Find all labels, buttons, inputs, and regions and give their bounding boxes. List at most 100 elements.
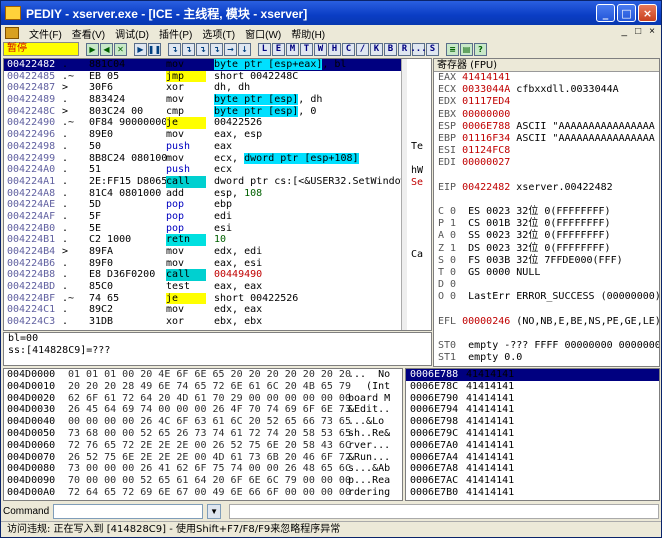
register-row[interactable]: EBX 00000000 — [434, 109, 659, 121]
register-row[interactable]: EFL 00000246 (NO,NB,E,BE,NS,PE,GE,LE) — [434, 316, 659, 328]
register-value[interactable]: 00000000 — [462, 109, 510, 120]
disassembly-row[interactable]: 004224A0. 51 push ecx — [4, 164, 431, 176]
breakpoints-button[interactable]: B — [384, 42, 397, 56]
cpu-button[interactable]: C — [342, 42, 355, 56]
stack-row[interactable]: 0006E798 41414141 — [406, 416, 659, 428]
dump-row[interactable]: 004D0060 72 76 65 72 2E 2E 2E 00 26 52 75… — [4, 440, 402, 452]
menu-view[interactable]: 查看(V) — [72, 26, 105, 41]
play-icon[interactable]: ▶ — [134, 42, 147, 56]
back-icon[interactable]: ◀ — [100, 42, 113, 56]
dump-row[interactable]: 004D0070 26 52 75 6E 2E 2E 2E 00 4D 61 73… — [4, 452, 402, 464]
menu-plugins[interactable]: 插件(P) — [159, 26, 192, 41]
command-dropdown-icon[interactable]: ▼ — [207, 503, 222, 519]
register-row[interactable]: ESI 01124FC8 — [434, 145, 659, 157]
stack-row[interactable]: 0006E7A8 41414141 — [406, 463, 659, 475]
disassembly-row[interactable]: 004224BD. 85C0 test eax, eax — [4, 281, 431, 293]
register-value[interactable]: 01116F34 — [462, 133, 510, 144]
stack-row[interactable]: 0006E78C 41414141 — [406, 381, 659, 393]
list-icon[interactable]: ≡ — [446, 42, 459, 56]
register-value[interactable]: 41414141 — [462, 72, 510, 83]
register-row[interactable]: ST1 empty 0.0 — [434, 352, 659, 364]
register-row[interactable]: P 1 CS 001B 32位 0(FFFFFFFF) — [434, 218, 659, 230]
menu-debug[interactable]: 调试(D) — [115, 26, 149, 41]
register-row[interactable]: ECX 0033044A cfbxxdll.0033044A — [434, 84, 659, 96]
disassembly-row[interactable]: 004224B4 >89FA mov edx, edi — [4, 246, 431, 258]
stop-icon[interactable]: ✕ — [114, 42, 127, 56]
stack-row[interactable]: 0006E7A0 41414141 — [406, 440, 659, 452]
register-value[interactable]: 00000246 — [462, 316, 510, 327]
help-icon[interactable]: ? — [474, 42, 487, 56]
register-row[interactable]: EAX 41414141 — [434, 72, 659, 84]
register-row[interactable] — [434, 304, 659, 316]
dump-row[interactable]: 004D0090 70 00 00 00 52 65 61 64 20 6F 6E… — [4, 475, 402, 487]
register-row[interactable]: S 0 FS 003B 32位 7FFDE000(FFF) — [434, 255, 659, 267]
stack-row[interactable]: 0006E794 41414141 — [406, 404, 659, 416]
register-row[interactable]: O 0 LastErr ERROR_SUCCESS (00000000) — [434, 291, 659, 303]
stack-row[interactable]: 0006E790 41414141 — [406, 393, 659, 405]
disassembly-row[interactable]: 004224AE. 5D pop ebp — [4, 199, 431, 211]
patches-button[interactable]: / — [356, 42, 369, 56]
stack-row[interactable]: 0006E7AC 41414141 — [406, 475, 659, 487]
stack-pane[interactable]: 0006E788 41414141 0006E78C 41414141 0006E790… — [405, 368, 660, 501]
disassembly-row[interactable]: 00422496. 89E0 mov eax, esp — [4, 129, 431, 141]
dump-row[interactable]: 004D0020 62 6F 61 72 64 20 4D 61 70 29 00… — [4, 393, 402, 405]
threads-button[interactable]: T — [300, 42, 313, 56]
run-trace-button[interactable]: ... — [410, 42, 427, 56]
trace-over-icon[interactable]: ↴ — [210, 42, 223, 56]
disassembly-row[interactable]: 00422490 .~ 0F84 90000000 je 00422526 — [4, 117, 431, 130]
register-row[interactable]: D 0 — [434, 279, 659, 291]
memory-button[interactable]: M — [286, 42, 299, 56]
disassembly-row[interactable]: 004224C1. 89C2 mov edx, eax — [4, 304, 431, 316]
source-button[interactable]: S — [426, 42, 439, 56]
register-value[interactable]: 01124FC8 — [462, 145, 510, 156]
disassembly-row[interactable]: 004224BF .~ 74 65 je short 00422526 — [4, 292, 431, 305]
disassembly-row[interactable]: 00422499. 8B8C24 080100 mov ecx, dword ptr … — [4, 152, 431, 165]
disassembly-row[interactable]: 004224B1. C2 1000 retn 10 — [4, 234, 431, 247]
disassembly-row[interactable]: 004224B6. 89F0 mov eax, esi — [4, 258, 431, 270]
run-icon[interactable]: ▶ — [86, 42, 99, 56]
register-row[interactable]: ST2 empty 0.0 — [434, 365, 659, 367]
step-into-icon[interactable]: ↴ — [168, 42, 181, 56]
disassembly-row[interactable]: 0042248C >803C24 00 cmp byte ptr [esp], 0 — [4, 105, 431, 118]
stack-row[interactable]: 0006E7B0 41414141 — [406, 487, 659, 499]
disassembly-row[interactable]: 004224AF. 5F pop edi — [4, 211, 431, 223]
windows-button[interactable]: W — [314, 42, 327, 56]
register-row[interactable]: A 0 SS 0023 32位 0(FFFFFFFF) — [434, 230, 659, 242]
disassembly-row[interactable]: 00422487 >30F6 xor dh, dh — [4, 82, 431, 94]
menu-file[interactable]: 文件(F) — [29, 26, 62, 41]
dump-row[interactable]: 004D0030 26 45 64 69 74 00 00 00 26 4F 70… — [4, 404, 402, 416]
register-value[interactable]: 0006E788 — [462, 121, 510, 132]
menu-help[interactable]: 帮助(H) — [291, 26, 325, 41]
mdi-restore-button[interactable]: □ — [635, 26, 641, 37]
memory-dump-pane[interactable]: 004D0000 01 01 01 00 20 4E 6F 6E 65 20 20… — [3, 368, 403, 501]
pause-icon[interactable]: ❚❚ — [148, 42, 161, 56]
minimize-button[interactable]: _ — [596, 4, 615, 22]
dump-row[interactable]: 004D00A0 72 64 65 72 69 6E 67 00 49 6E 66… — [4, 487, 402, 499]
goto-icon[interactable]: ↓ — [238, 42, 251, 56]
maximize-button[interactable]: □ — [617, 4, 636, 22]
register-row[interactable]: EDX 01117ED4 — [434, 96, 659, 108]
menu-window[interactable]: 窗口(W) — [245, 26, 281, 41]
register-value[interactable]: 01117ED4 — [462, 96, 510, 107]
disassembly-row[interactable]: 004224A1. 2E:FF15 D8065 call dword ptr cs:[… — [4, 175, 431, 188]
modules-button[interactable]: E — [272, 42, 285, 56]
dump-row[interactable]: 004D0080 73 00 00 00 26 41 62 6F 75 74 00… — [4, 463, 402, 475]
disassembly-row[interactable]: 004224B8. E8 D36F0200 call 00449490 — [4, 269, 431, 282]
menu-app-icon[interactable] — [5, 27, 19, 39]
stack-row[interactable]: 0006E788 41414141 — [406, 369, 659, 381]
command-input[interactable] — [53, 503, 204, 519]
dump-row[interactable]: 004D0040 00 00 00 00 26 4C 6F 63 61 6C 20… — [4, 416, 402, 428]
handles-button[interactable]: H — [328, 42, 341, 56]
disassembly-row[interactable]: 00422498. 50 push eax — [4, 141, 431, 153]
trace-into-icon[interactable]: ↴ — [196, 42, 209, 56]
disassembly-row[interactable]: 004224C3. 31DB xor ebx, ebx — [4, 316, 431, 328]
call-stack-button[interactable]: K — [370, 42, 383, 56]
log-window-button[interactable]: L — [258, 42, 271, 56]
register-row[interactable]: C 0 ES 0023 32位 0(FFFFFFFF) — [434, 206, 659, 218]
options-icon[interactable]: ▤ — [460, 42, 473, 56]
register-row[interactable] — [434, 170, 659, 182]
dump-row[interactable]: 004D0010 20 20 20 28 49 6E 74 65 72 6E 61… — [4, 381, 402, 393]
mdi-minimize-button[interactable]: _ — [622, 26, 628, 37]
registers-pane[interactable]: 寄存器 (FPU) EAX 41414141 ECX 0033044A cfbx… — [433, 58, 660, 367]
disassembly-row[interactable]: 00422489. 883424 mov byte ptr [esp], dh — [4, 94, 431, 106]
